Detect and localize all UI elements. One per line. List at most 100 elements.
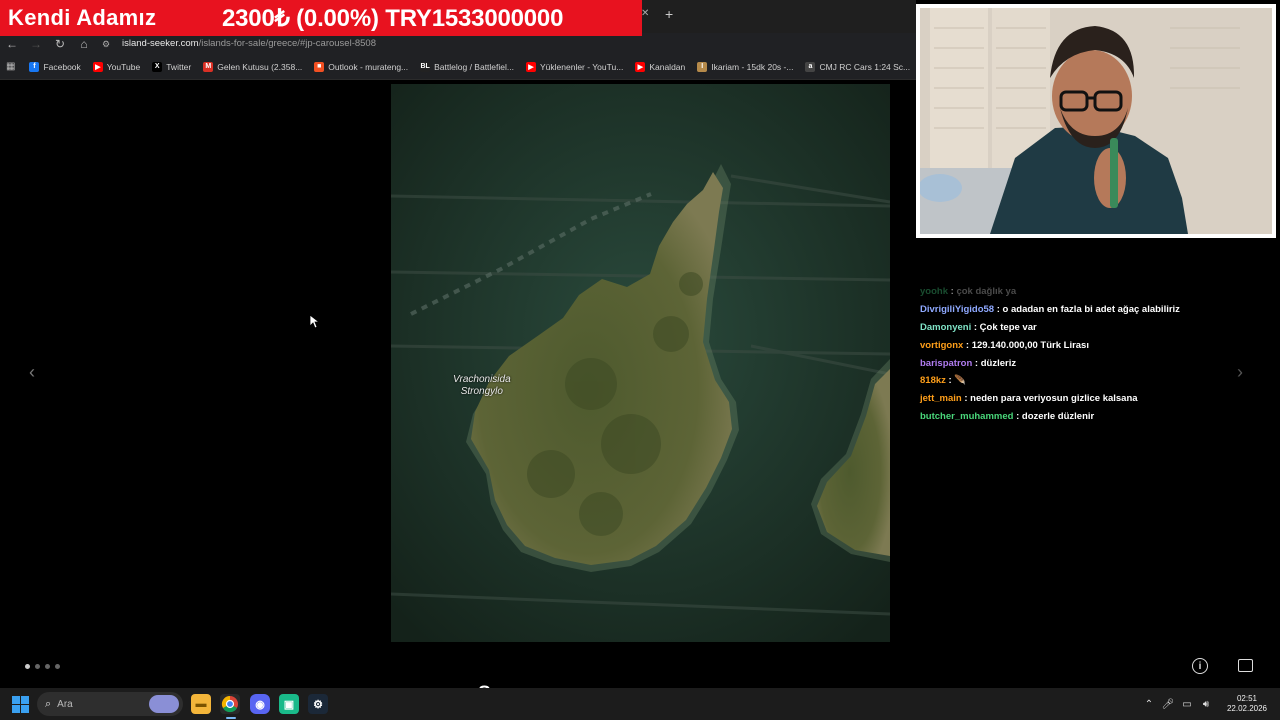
mouse-cursor-icon: [309, 314, 319, 329]
display-icon[interactable]: ▭: [1178, 699, 1196, 710]
bookmark-label: CMJ RC Cars 1:24 Sc...: [819, 61, 911, 72]
browser-toolbar: ← → ↻ ⌂ ⚙ island-seeker.com/islands-for-…: [0, 33, 916, 54]
island-name-line1: Vrachonisida: [453, 374, 511, 385]
chrome-icon[interactable]: [220, 694, 240, 714]
x-twitter-icon: X: [152, 61, 163, 72]
bookmark-label: Facebook: [43, 61, 81, 72]
url-path: /islands-for-sale/greece/#jp-carousel-85…: [198, 38, 376, 49]
youtube-icon: ▶: [92, 61, 103, 72]
comments-icon[interactable]: [1238, 659, 1253, 672]
island-name-label: Vrachonisida Strongylo: [453, 374, 511, 398]
satellite-map-graphic: [391, 84, 890, 642]
bookmark-item[interactable]: ▶ Yüklenenler - YouTu...: [526, 61, 624, 72]
bookmark-label: YouTube: [106, 61, 141, 72]
bookmark-item[interactable]: ▶ Kanaldan: [635, 61, 686, 72]
chat-username[interactable]: yoohk: [920, 286, 948, 297]
chat-separator: :: [972, 357, 981, 369]
chat-username[interactable]: DivrigiliYigido58: [920, 304, 994, 315]
back-button[interactable]: ←: [0, 33, 24, 54]
taskbar-search[interactable]: ⌕ Ara: [37, 692, 183, 716]
chat-username[interactable]: butcher_muhammed: [920, 411, 1013, 422]
forward-button[interactable]: →: [24, 33, 48, 54]
carousel-dot[interactable]: [45, 664, 50, 669]
streamer-camera-image: [920, 8, 1272, 234]
tab-close-icon[interactable]: ✕: [641, 8, 649, 19]
chat-message: Damonyeni : Çok tepe var: [920, 319, 1270, 337]
feather-emote-icon: 🪶: [954, 375, 967, 387]
chat-separator: :: [963, 339, 972, 351]
chat-separator: :: [961, 393, 971, 405]
discord-icon[interactable]: ◉: [250, 694, 270, 714]
chat-username[interactable]: barispatron: [920, 358, 972, 369]
bookmark-label: Yüklenenler - YouTu...: [540, 61, 624, 72]
screen: ✕ + ← → ↻ ⌂ ⚙ island-seeker.com/islands-…: [0, 0, 1280, 720]
carousel-dot[interactable]: [35, 664, 40, 669]
windows-start-icon[interactable]: [12, 696, 29, 713]
chat-username[interactable]: Damonyeni: [920, 322, 971, 333]
bookmark-label: Outlook - murateng...: [328, 61, 409, 72]
chat-text: o adadan en fazla bi adet ağaç alabiliri…: [1002, 303, 1180, 315]
battlelog-icon: BL: [420, 61, 431, 72]
gmail-icon: M: [203, 61, 214, 72]
ikariam-icon: I: [697, 61, 708, 72]
bookmark-item[interactable]: M Gelen Kutusu (2.358...: [203, 61, 303, 72]
clock-time: 02:51: [1236, 694, 1258, 703]
bookmark-label: Twitter: [166, 61, 192, 72]
volume-icon[interactable]: 🔊︎: [1197, 699, 1215, 710]
chat-message: barispatron : düzleriz: [920, 355, 1270, 373]
clock[interactable]: 02:51 22.02.2026: [1222, 694, 1272, 714]
chat-message: yoohk : çok dağlık ya: [920, 283, 1270, 301]
chevron-up-icon[interactable]: ⌃: [1140, 699, 1158, 710]
facebook-icon: f: [29, 61, 40, 72]
bookmark-item[interactable]: X Twitter: [152, 61, 192, 72]
youtube-icon: ▶: [526, 61, 536, 72]
microsoft-icon: ■: [314, 61, 325, 72]
bookmark-item[interactable]: I Ikariam - 15dk 20s -...: [697, 61, 794, 72]
chat-message: jett_main : neden para veriyosun gizlice…: [920, 390, 1270, 408]
chat-username[interactable]: 818kz: [920, 375, 946, 386]
carousel-dot[interactable]: [25, 664, 30, 669]
address-bar[interactable]: ⚙ island-seeker.com/islands-for-sale/gre…: [102, 35, 376, 52]
carousel-dot[interactable]: [55, 664, 60, 669]
system-tray: ⌃ 🎤︎ ▭ 🔊︎ 02:51 22.02.2026: [1140, 688, 1280, 720]
bookmark-label: Gelen Kutusu (2.358...: [217, 61, 303, 72]
chat-text: çok dağlık ya: [956, 286, 1017, 297]
stream-banner: Kendi Adamız 2300₺ (0.00%) TRY1533000000: [0, 0, 642, 36]
new-tab-button[interactable]: +: [665, 6, 673, 22]
search-placeholder: Ara: [57, 698, 73, 710]
island-satellite-image[interactable]: Vrachonisida Strongylo: [391, 84, 890, 642]
chat-message: vortigonx : 129.140.000,00 Türk Lirası: [920, 337, 1270, 355]
banner-title: Kendi Adamız: [8, 5, 157, 30]
chat-message: butcher_muhammed : dozerle düzlenir: [920, 408, 1270, 426]
clock-date: 22.02.2026: [1226, 704, 1268, 713]
chat-message: DivrigiliYigido58 : o adadan en fazla bi…: [920, 301, 1270, 319]
url-domain: island-seeker.com: [122, 38, 199, 49]
webcam-feed: [916, 4, 1276, 238]
bookmark-item[interactable]: a CMJ RC Cars 1:24 Sc...: [805, 61, 911, 72]
info-icon[interactable]: i: [1192, 658, 1208, 674]
active-app-indicator: [226, 717, 236, 719]
bookmark-item[interactable]: ▶ YouTube: [92, 61, 141, 72]
amazon-icon: a: [805, 61, 816, 72]
site-settings-icon[interactable]: ⚙: [102, 39, 114, 49]
bookmark-item[interactable]: ■ Outlook - murateng...: [314, 61, 409, 72]
microphone-icon[interactable]: 🎤︎: [1159, 699, 1177, 710]
bookmark-label: Ikariam - 15dk 20s -...: [711, 61, 794, 72]
chat-username[interactable]: vortigonx: [920, 340, 963, 351]
steam-icon[interactable]: ⚙: [308, 694, 328, 714]
chat-text: neden para veriyosun gizlice kalsana: [970, 393, 1138, 405]
apps-grid-icon[interactable]: ▦: [6, 60, 15, 74]
chat-text: 129.140.000,00 Türk Lirası: [971, 339, 1089, 351]
reload-button[interactable]: ↻: [48, 33, 72, 54]
file-explorer-icon[interactable]: ▬: [191, 694, 211, 714]
home-button[interactable]: ⌂: [72, 33, 96, 54]
bookmark-item[interactable]: BL Battlelog / Battlefiel...: [420, 61, 514, 72]
chat-separator: :: [994, 303, 1003, 315]
bookmark-label: Kanaldan: [649, 61, 686, 72]
chat-username[interactable]: jett_main: [920, 393, 962, 404]
app-icon[interactable]: ▣: [279, 694, 299, 714]
bookmark-item[interactable]: f Facebook: [29, 61, 81, 72]
search-highlight-image: [149, 695, 179, 713]
carousel-prev-button[interactable]: ‹: [29, 362, 35, 383]
banner-ticker: 2300₺ (0.00%) TRY1533000000: [222, 4, 564, 32]
